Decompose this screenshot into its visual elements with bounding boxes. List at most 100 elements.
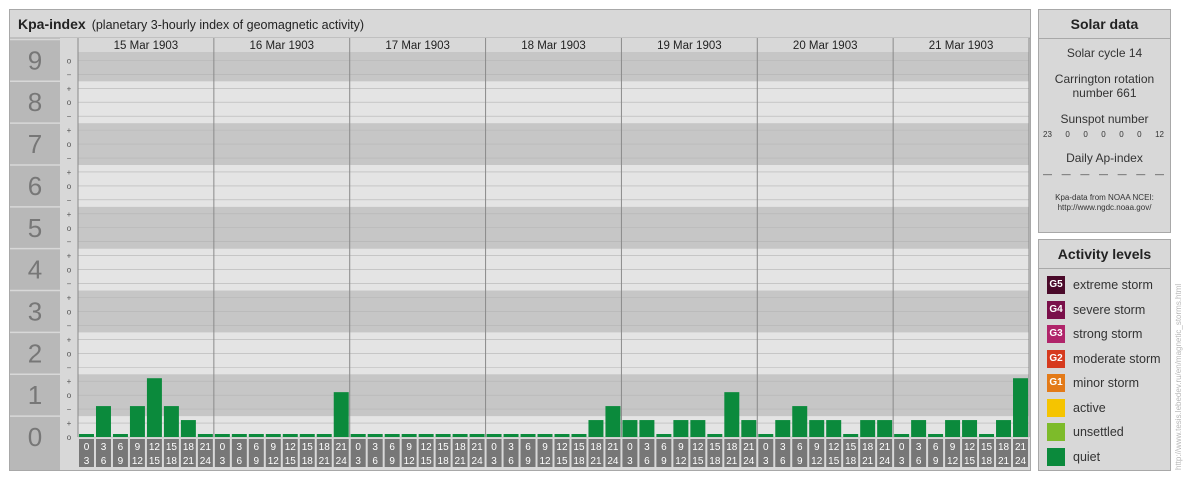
kp-bar (843, 434, 859, 437)
interval-end: 9 (933, 456, 939, 467)
y-label-9: 9 (28, 45, 42, 75)
kp-bar (146, 378, 162, 437)
interval-start: 15 (573, 442, 585, 453)
sunspot-value-0: 23 (1043, 130, 1052, 139)
interval-end: 21 (862, 456, 874, 467)
ap-value-3: — (1098, 169, 1108, 179)
interval-end: 24 (336, 456, 348, 467)
y-subtick: − (67, 238, 72, 247)
interval-end: 18 (845, 456, 857, 467)
interval-end: 3 (355, 456, 361, 467)
data-credit-link[interactable]: http://www.ngdc.noaa.gov/ (1039, 203, 1170, 213)
interval-end: 3 (763, 456, 769, 467)
sunspot-value-5: 0 (1137, 130, 1142, 139)
interval-end: 3 (899, 456, 905, 467)
interval-start: 12 (828, 442, 840, 453)
interval-start: 0 (491, 442, 497, 453)
interval-start: 15 (981, 442, 993, 453)
interval-start: 6 (797, 442, 803, 453)
kp-bar (401, 434, 417, 437)
kp-bar (333, 392, 349, 437)
kp-bar (639, 420, 655, 437)
kp-bar (282, 434, 298, 437)
kp-bar (520, 434, 536, 437)
legend-label: unsettled (1073, 425, 1124, 440)
interval-start: 18 (998, 442, 1010, 453)
interval-end: 9 (797, 456, 803, 467)
kp-bar (79, 434, 94, 437)
kp-bar (299, 434, 315, 437)
interval-end: 18 (573, 456, 585, 467)
interval-start: 18 (590, 442, 602, 453)
ap-index-values: — — — — — — — (1039, 169, 1170, 179)
ap-value-1: — (1061, 169, 1071, 179)
interval-start: 6 (389, 442, 395, 453)
kp-bar (435, 434, 451, 437)
date-label-5: 20 Mar 1903 (793, 40, 858, 52)
y-subtick: + (67, 377, 72, 386)
level-band-9 (78, 52, 1029, 82)
interval-start: 18 (183, 442, 195, 453)
interval-end: 15 (285, 456, 297, 467)
solar-cycle: Solar cycle 14 (1066, 46, 1143, 60)
y-label-2: 2 (28, 338, 42, 368)
interval-end: 12 (539, 456, 551, 467)
interval-start: 9 (271, 442, 277, 453)
interval-end: 15 (149, 456, 161, 467)
interval-end: 6 (237, 456, 243, 467)
interval-start: 12 (149, 442, 161, 453)
kp-bar (724, 392, 740, 437)
y-subtick: + (67, 335, 72, 344)
interval-start: 21 (607, 442, 619, 453)
y-subtick: o (67, 433, 72, 442)
ap-value-0: — (1043, 169, 1052, 179)
kp-bar (452, 434, 468, 437)
sunspot-values: 23 0 0 0 0 0 12 (1039, 130, 1170, 139)
kp-bar (571, 434, 587, 437)
y-subtick: − (67, 405, 72, 414)
y-subtick: − (67, 154, 72, 163)
interval-end: 12 (268, 456, 280, 467)
interval-start: 12 (964, 442, 976, 453)
interval-end: 24 (1015, 456, 1027, 467)
interval-start: 3 (780, 442, 786, 453)
interval-end: 9 (254, 456, 260, 467)
y-subtick: o (67, 266, 72, 275)
kp-bar (231, 434, 247, 437)
sunspot-value-2: 0 (1083, 130, 1088, 139)
interval-start: 15 (302, 442, 314, 453)
legend-item-severe-storm: G4 severe storm (1039, 298, 1170, 323)
y-subtick: o (67, 56, 72, 65)
legend-swatch: G4 (1047, 300, 1065, 319)
interval-end: 3 (491, 456, 497, 467)
kp-bar (758, 434, 774, 437)
interval-end: 18 (709, 456, 721, 467)
kp-bar (911, 420, 927, 437)
date-label-1: 16 Mar 1903 (249, 40, 314, 52)
interval-start: 21 (879, 442, 891, 453)
y-subtick: − (67, 321, 72, 330)
interval-start: 18 (862, 442, 874, 453)
interval-end: 21 (726, 456, 738, 467)
kp-bar (112, 434, 128, 437)
activity-legend: G5 extreme storm G4 severe storm G3 strong st… (1039, 269, 1170, 469)
date-label-4: 19 Mar 1903 (657, 40, 722, 52)
interval-end: 15 (421, 456, 433, 467)
date-label-2: 17 Mar 1903 (385, 40, 450, 52)
chart-title-main: Kpa-index (18, 16, 86, 32)
kp-bar (1013, 378, 1028, 437)
kp-bar (503, 434, 519, 437)
interval-end: 15 (828, 456, 840, 467)
y-subtick: − (67, 112, 72, 121)
date-label-3: 18 Mar 1903 (521, 40, 586, 52)
interval-start: 0 (220, 442, 226, 453)
interval-end: 21 (455, 456, 467, 467)
kp-bar (809, 420, 825, 437)
kp-bar (979, 434, 995, 437)
interval-end: 21 (998, 456, 1010, 467)
interval-start: 3 (237, 442, 243, 453)
sunspot-value-6: 12 (1155, 130, 1164, 139)
kpa-chart-panel: 0 + o 1 + o − 2 + o − 3 + o − 4 + o − 5 + o − 6 + o − 7 + o − 8 + o − 9 o − 15… (9, 9, 1031, 471)
kp-bar (707, 434, 723, 437)
y-subtick: o (67, 307, 72, 316)
